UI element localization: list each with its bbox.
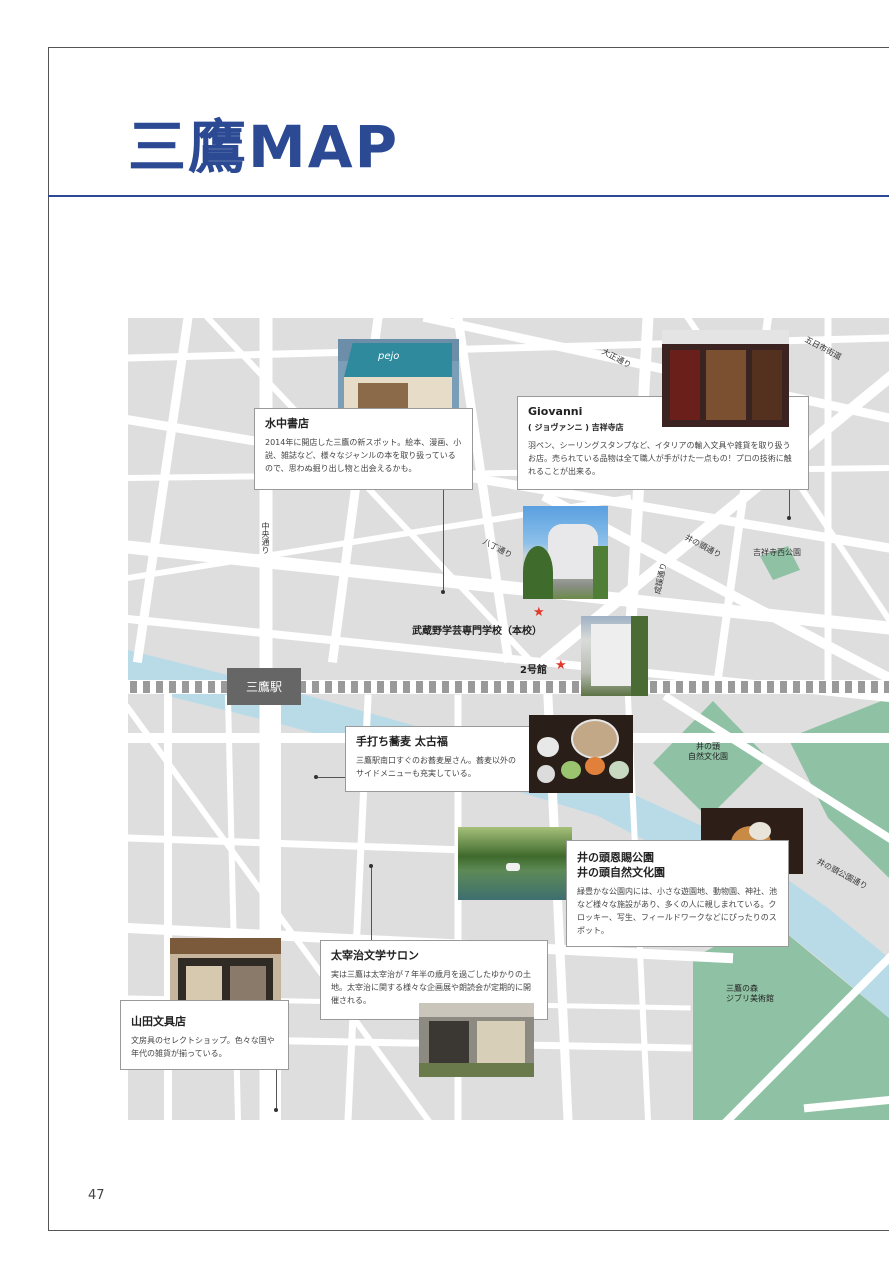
school-main-photo (523, 506, 608, 599)
station-mitaka: 三鷹駅 (227, 668, 301, 705)
school-star-icon: ★ (533, 605, 545, 620)
rail-tie (780, 681, 787, 693)
place-label-school: 武蔵野学芸専門学校（本校） (412, 626, 542, 637)
rail-tie (663, 681, 670, 693)
rail-tie (767, 681, 774, 693)
rail-tie (754, 681, 761, 693)
zoo-line2: 自然文化園 (688, 752, 728, 762)
card-taikofuku-body: 三鷹駅南口すぐのお蕎麦屋さん。蕎麦以外のサイドメニューも充実している。 (356, 755, 516, 779)
rail-tie (468, 681, 475, 693)
rail-tie (208, 681, 215, 693)
ghibli-line2: ジブリ美術館 (726, 994, 774, 1004)
place-label-building2: 2号館 (520, 665, 547, 676)
leader-dot-giovanni (787, 516, 791, 520)
rail-tie (416, 681, 423, 693)
card-mizunaka: 水中書店 2014年に開店した三鷹の新スポット。絵本、漫画、小説、雑誌など、様々… (254, 408, 473, 490)
leader-dot-yamada (274, 1108, 278, 1112)
page-title: 三鷹MAP (128, 113, 400, 181)
rail-tie (741, 681, 748, 693)
card-yamada-title: 山田文具店 (131, 1015, 186, 1028)
rail-tie (312, 681, 319, 693)
place-label-kichijoji-nishi-park: 吉祥寺西公園 (753, 548, 801, 557)
rail-tie (793, 681, 800, 693)
rail-tie (338, 681, 345, 693)
leader-mizunaka (443, 490, 444, 592)
rail-tie (728, 681, 735, 693)
rail-tie (130, 681, 137, 693)
rail-tie (520, 681, 527, 693)
card-giovanni-body: 羽ペン、シーリングスタンプなど、イタリアの輸入文具や雑貨を取り扱うお店。売られて… (528, 440, 792, 477)
rail-tie (559, 681, 566, 693)
rail-tie (572, 681, 579, 693)
leader-dot-mizunaka (441, 590, 445, 594)
road-label-chuo: 中央通り (261, 522, 270, 554)
leader-taikofuku (316, 777, 346, 778)
card-taikofuku: 手打ち蕎麦 太古福 三鷹駅南口すぐのお蕎麦屋さん。蕎麦以外のサイドメニューも充実… (345, 726, 531, 792)
rail-tie (715, 681, 722, 693)
rail-tie (390, 681, 397, 693)
card-inokashira: 井の頭恩賜公園 井の頭自然文化園 緑豊かな公園内には、小さな遊園地、動物園、神社… (566, 840, 789, 947)
card-yamada: 山田文具店 文房具のセレクトショップ。色々な国や年代の雑貨が揃っている。 (120, 1000, 289, 1070)
giovanni-photo (662, 330, 789, 427)
place-label-ghibli: 三鷹の森 ジブリ美術館 (726, 984, 774, 1005)
rail-tie (858, 681, 865, 693)
rail-tie (832, 681, 839, 693)
inokashira-pond-photo (458, 827, 572, 900)
rail-tie (156, 681, 163, 693)
taikofuku-photo (529, 715, 633, 793)
card-dazai-title: 太宰治文学サロン (331, 949, 419, 962)
rail-tie (403, 681, 410, 693)
rail-tie (377, 681, 384, 693)
mizunaka-sign: pejo (378, 351, 400, 362)
rail-tie (702, 681, 709, 693)
page-number: 47 (88, 1188, 105, 1203)
title-rule (48, 195, 889, 197)
rail-tie (351, 681, 358, 693)
rail-tie (533, 681, 540, 693)
leader-dazai (371, 866, 372, 940)
place-label-zoo: 井の頭 自然文化園 (688, 742, 728, 763)
rail-tie (325, 681, 332, 693)
rail-tie (507, 681, 514, 693)
rail-tie (845, 681, 852, 693)
rail-tie (481, 681, 488, 693)
dazai-photo (419, 1003, 534, 1077)
rail-tie (195, 681, 202, 693)
rail-tie (442, 681, 449, 693)
rail-tie (143, 681, 150, 693)
rail-tie (806, 681, 813, 693)
card-inokashira-body: 緑豊かな公園内には、小さな遊園地、動物園、神社、池など様々な施設があり、多くの人… (577, 886, 777, 936)
rail-tie (871, 681, 878, 693)
rail-tie (819, 681, 826, 693)
rail-tie (182, 681, 189, 693)
building2-photo (581, 616, 648, 696)
card-inokashira-title: 井の頭恩賜公園 井の頭自然文化園 (577, 851, 778, 881)
card-yamada-body: 文房具のセレクトショップ。色々な国や年代の雑貨が揃っている。 (131, 1035, 275, 1059)
rail-tie (689, 681, 696, 693)
card-inokashira-title-line1: 井の頭恩賜公園 (577, 851, 654, 864)
leader-dot-taikofuku (314, 775, 318, 779)
card-inokashira-title-line2: 井の頭自然文化園 (577, 865, 665, 879)
card-taikofuku-title: 手打ち蕎麦 太古福 (356, 735, 448, 748)
card-mizunaka-body: 2014年に開店した三鷹の新スポット。絵本、漫画、小説、雑誌など、様々なジャンル… (265, 437, 462, 474)
card-dazai-body: 実は三鷹は太宰治が７年半の歳月を過ごしたゆかりの土地。太宰治に関する様々な企画展… (331, 969, 531, 1006)
rail-tie (546, 681, 553, 693)
card-mizunaka-title: 水中書店 (265, 417, 309, 430)
building2-star-icon: ★ (555, 658, 567, 673)
leader-dot-dazai (369, 864, 373, 868)
rail-tie (364, 681, 371, 693)
rail-tie (494, 681, 501, 693)
rail-tie (429, 681, 436, 693)
rail-tie (455, 681, 462, 693)
rail-tie (169, 681, 176, 693)
zoo-line1: 井の頭 (696, 742, 720, 751)
rail-tie (650, 681, 657, 693)
leader-yamada (276, 1070, 277, 1110)
leader-giovanni (789, 490, 790, 518)
rail-tie (676, 681, 683, 693)
ghibli-line1: 三鷹の森 (726, 984, 758, 993)
rail-tie (884, 681, 889, 693)
